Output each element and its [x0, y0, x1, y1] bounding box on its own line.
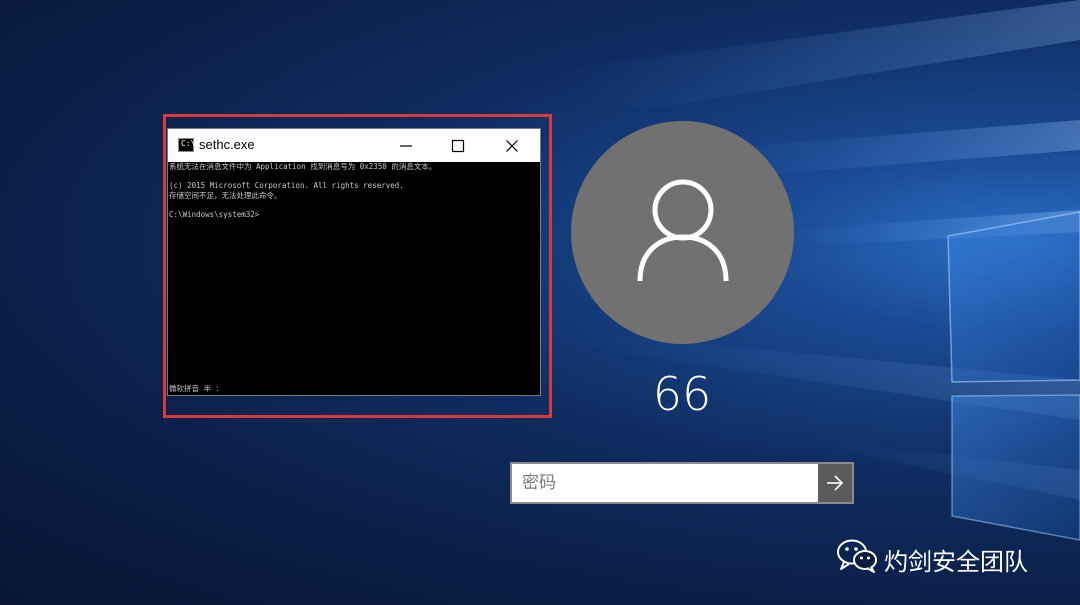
watermark-text: 灼剑安全团队 [884, 548, 1028, 576]
password-input[interactable] [512, 464, 818, 502]
ime-status-bar: 微软拼音 半 ： [169, 384, 224, 393]
submit-button[interactable] [818, 464, 852, 502]
user-icon [637, 179, 729, 282]
wechat-icon [837, 539, 877, 573]
password-box [510, 462, 854, 504]
maximize-button[interactable] [432, 129, 484, 162]
console-window[interactable]: C:\ sethc.exe 系统无法在消息文件中为 Application 找到… [167, 128, 541, 396]
close-icon [506, 140, 518, 152]
console-line: 系统无法在消息文件中为 Application 找到消息号为 0x2350 的消… [169, 162, 437, 171]
user-avatar [571, 121, 794, 344]
lock-screen: C:\ sethc.exe 系统无法在消息文件中为 Application 找到… [0, 0, 1080, 605]
minimize-button[interactable] [380, 129, 432, 162]
username: 66 [652, 367, 712, 421]
maximize-icon [451, 139, 465, 153]
console-line: 存储空间不足，无法处理此命令。 [169, 190, 282, 200]
minimize-icon [400, 145, 412, 147]
window-title: sethc.exe [199, 137, 255, 152]
arrow-right-icon [827, 475, 844, 491]
console-app-icon: C:\ [178, 138, 195, 152]
console-prompt: C:\Windows\system32> [169, 209, 260, 219]
console-line: (c) 2015 Microsoft Corporation. All righ… [169, 181, 404, 191]
close-button[interactable] [486, 129, 538, 162]
console-output[interactable]: 系统无法在消息文件中为 Application 找到消息号为 0x2350 的消… [169, 162, 539, 394]
console-title-bar[interactable]: C:\ sethc.exe [168, 129, 540, 162]
